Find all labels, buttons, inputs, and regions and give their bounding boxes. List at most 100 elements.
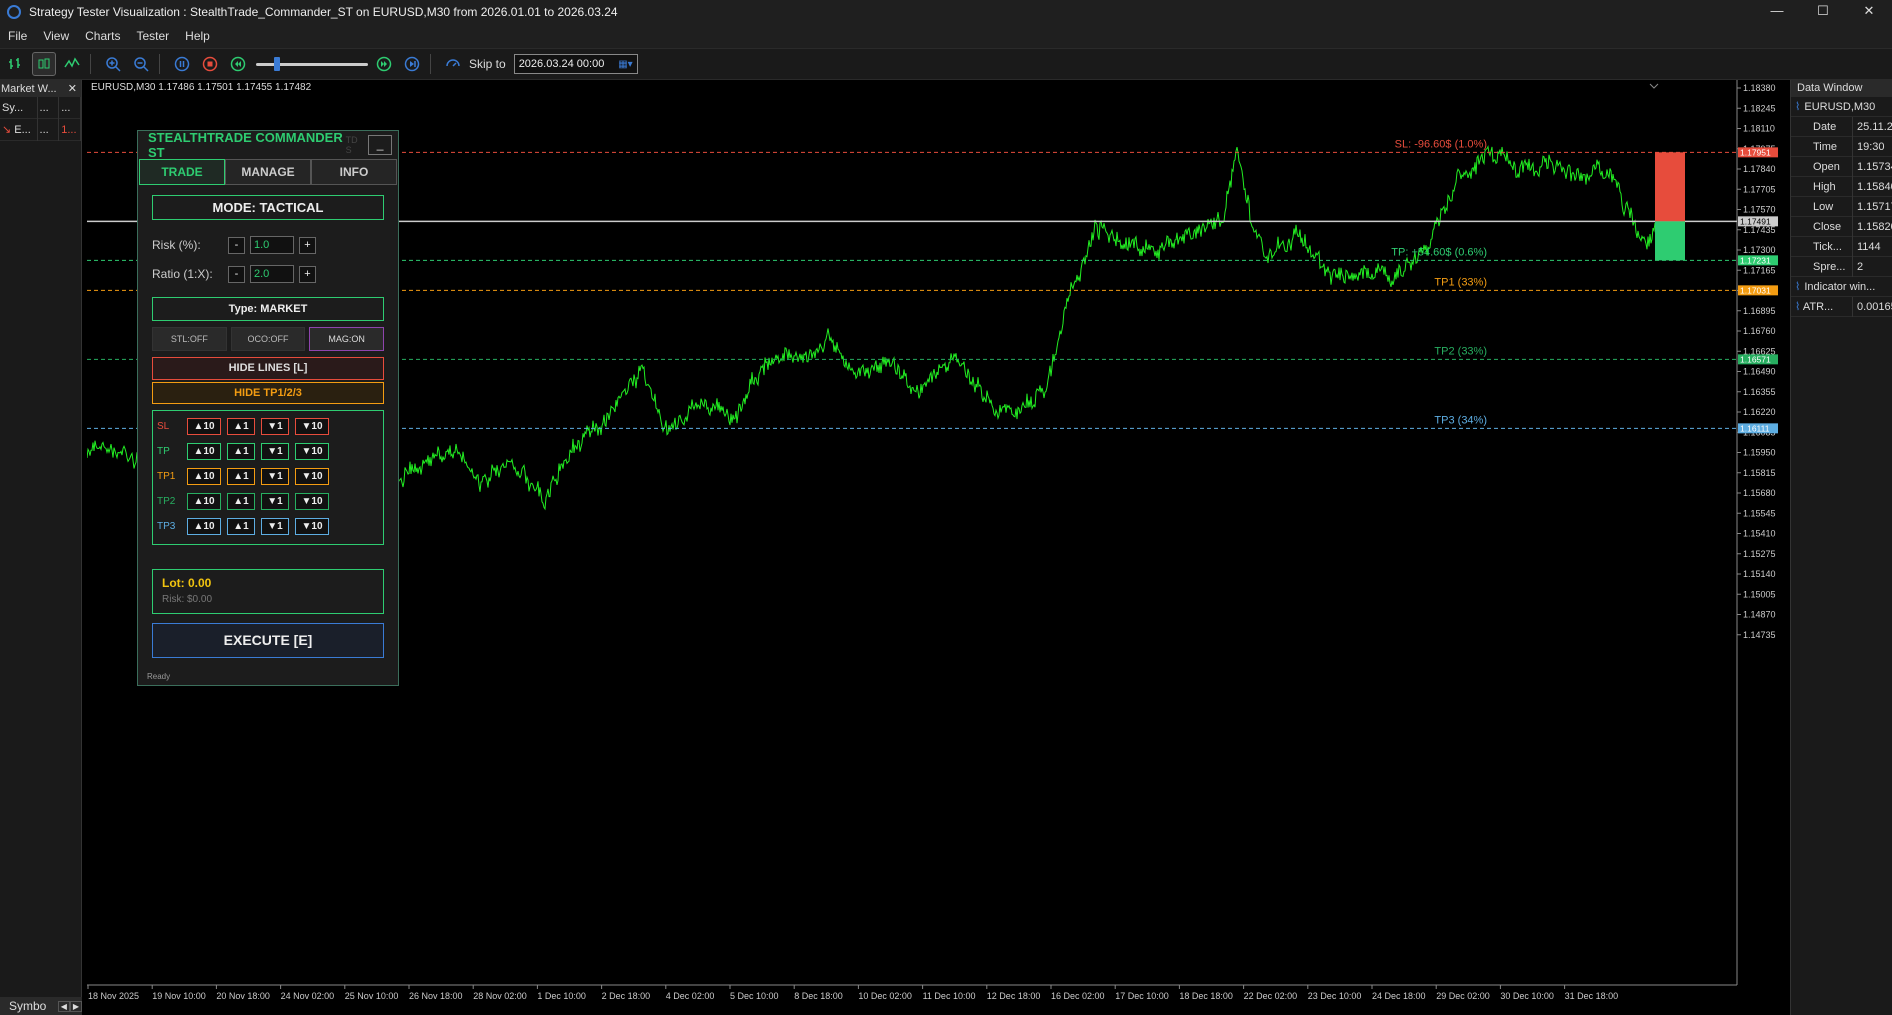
slow-down-icon[interactable] [226,52,250,76]
indicator-group[interactable]: ⌇ Indicator win... [1791,277,1892,297]
window-controls: — ☐ ✕ [1754,0,1892,24]
adjust-tp2-button-1[interactable]: ▲1 [227,492,255,510]
menu-bar: File View Charts Tester Help [0,24,1892,48]
price-tick-label: 1.17705 [1743,184,1776,194]
menu-file[interactable]: File [0,29,35,43]
adjust-tp-button-2[interactable]: ▼1 [261,442,289,460]
adjust-tp2-button-0[interactable]: ▲10 [187,492,221,510]
mw-ask: 1... [59,118,81,141]
market-watch-row[interactable]: ↘ E... ... 1... [0,118,81,141]
adjust-tp1-button-3[interactable]: ▼10 [295,467,329,485]
speed-up-icon[interactable] [372,52,396,76]
price-tick-label: 1.18245 [1743,103,1776,113]
oco-toggle[interactable]: OCO:OFF [230,327,306,351]
adjust-row-tp: TP ▲10 ▲1 ▼1 ▼10 [157,442,335,460]
hide-tp-button[interactable]: HIDE TP1/2/3 [152,382,384,404]
ratio-plus-button[interactable]: + [299,265,316,283]
execute-button[interactable]: EXECUTE [E] [152,623,384,658]
panel-tabs: TRADE MANAGE INFO [139,159,397,185]
time-tick-label: 22 Dec 02:00 [1244,991,1298,1001]
adjust-tp2-button-3[interactable]: ▼10 [295,492,329,510]
time-tick-label: 16 Dec 02:00 [1051,991,1105,1001]
mode-button[interactable]: MODE: TACTICAL [152,195,384,220]
adjust-row-sl: SL ▲10 ▲1 ▼1 ▼10 [157,417,335,435]
tab-info[interactable]: INFO [311,159,397,185]
adjust-tp1-button-0[interactable]: ▲10 [187,467,221,485]
tab-manage[interactable]: MANAGE [225,159,311,185]
indicator-group-label: Indicator win... [1804,280,1876,293]
adjust-tp-button-3[interactable]: ▼10 [295,442,329,460]
adjust-tp3-button-2[interactable]: ▼1 [261,517,289,535]
speed-slider[interactable] [256,56,368,72]
stealth-toggle[interactable]: STL:OFF [152,327,227,351]
ratio-minus-button[interactable]: - [228,265,245,283]
data-window-value: 2 [1857,260,1864,273]
line-chart-icon[interactable] [60,52,84,76]
mw-col-bid[interactable]: ... [38,96,60,119]
menu-tester[interactable]: Tester [128,29,177,43]
mw-col-ask[interactable]: ... [59,96,81,119]
price-tick-label: 1.18380 [1743,83,1776,93]
adjust-tp3-button-1[interactable]: ▲1 [227,517,255,535]
adjust-sl-button-3[interactable]: ▼10 [295,417,329,435]
adjust-sl-button-1[interactable]: ▲1 [227,417,255,435]
adjust-tp3-button-0[interactable]: ▲10 [187,517,221,535]
market-watch-title: Market W... [1,82,57,95]
adjust-tp1-button-1[interactable]: ▲1 [227,467,255,485]
step-forward-icon[interactable] [400,52,424,76]
tab-scroll-left-icon[interactable]: ◀ [57,1000,70,1012]
stop-icon[interactable] [198,52,222,76]
risk-plus-button[interactable]: + [299,236,316,254]
candlestick-icon[interactable] [32,52,56,76]
pause-icon[interactable] [170,52,194,76]
adjust-tp2-button-2[interactable]: ▼1 [261,492,289,510]
minimize-button[interactable]: — [1754,0,1800,24]
stealthtrade-panel: STEALTHTRADE COMMANDER ST TD S _ TRADE M… [137,130,399,686]
price-tick-label: 1.16355 [1743,387,1776,397]
panel-minimize-button[interactable]: _ [368,135,392,155]
adjust-sl-button-0[interactable]: ▲10 [187,417,221,435]
price-tick-label: 1.15545 [1743,508,1776,518]
market-watch-close-icon[interactable]: ✕ [68,82,77,95]
zoom-in-icon[interactable] [101,52,125,76]
data-window-row: Open 1.15734 [1791,156,1892,177]
time-tick-label: 29 Dec 02:00 [1436,991,1490,1001]
market-watch-tabs: Symbo ◀ ▶ [0,997,82,1015]
panel-title-bar[interactable]: STEALTHTRADE COMMANDER ST TD S _ [138,130,398,160]
time-tick-label: 11 Dec 10:00 [923,991,976,1001]
tab-trade[interactable]: TRADE [139,159,225,185]
data-window-value: 1144 [1857,240,1881,253]
menu-view[interactable]: View [35,29,77,43]
adjust-tp1-button-2[interactable]: ▼1 [261,467,289,485]
adjust-sl-button-2[interactable]: ▼1 [261,417,289,435]
adjust-tp-button-1[interactable]: ▲1 [227,442,255,460]
line-chart-icon: ⌇ [1795,101,1801,113]
calendar-dropdown-icon[interactable]: ▦▾ [618,59,632,70]
data-window-symbol-group[interactable]: ⌇ EURUSD,M30 [1791,97,1892,117]
risk-minus-button[interactable]: - [228,236,245,254]
tab-scroll-right-icon[interactable]: ▶ [69,1000,82,1012]
hide-lines-button[interactable]: HIDE LINES [L] [152,357,384,380]
skip-to-date-input[interactable]: 2026.03.24 00:00 ▦▾ [513,54,638,74]
menu-help[interactable]: Help [177,29,218,43]
panel-title: STEALTHTRADE COMMANDER ST [148,130,343,160]
tab-symbols[interactable]: Symbo [0,999,58,1013]
order-type-button[interactable]: Type: MARKET [152,297,384,321]
risk-input[interactable]: 1.0 [250,236,294,254]
menu-charts[interactable]: Charts [77,29,128,43]
zoom-out-icon[interactable] [129,52,153,76]
market-watch-header-row: Sy... ... ... [0,96,81,119]
indicator-row: ⌇ ATR... 0.00165 [1791,296,1892,317]
magnet-toggle[interactable]: MAG:ON [309,327,385,351]
mw-col-symbol[interactable]: Sy... [0,96,38,119]
adjust-tp3-button-3[interactable]: ▼10 [295,517,329,535]
speed-slider-thumb[interactable] [274,57,280,71]
close-button[interactable]: ✕ [1846,0,1892,24]
maximize-button[interactable]: ☐ [1800,0,1846,24]
ratio-input[interactable]: 2.0 [250,265,294,283]
data-window-row: Spre... 2 [1791,256,1892,277]
price-tick-label: 1.17165 [1743,265,1776,275]
skip-to-icon[interactable] [441,52,465,76]
adjust-tp-button-0[interactable]: ▲10 [187,442,221,460]
bar-chart-icon[interactable] [4,52,28,76]
